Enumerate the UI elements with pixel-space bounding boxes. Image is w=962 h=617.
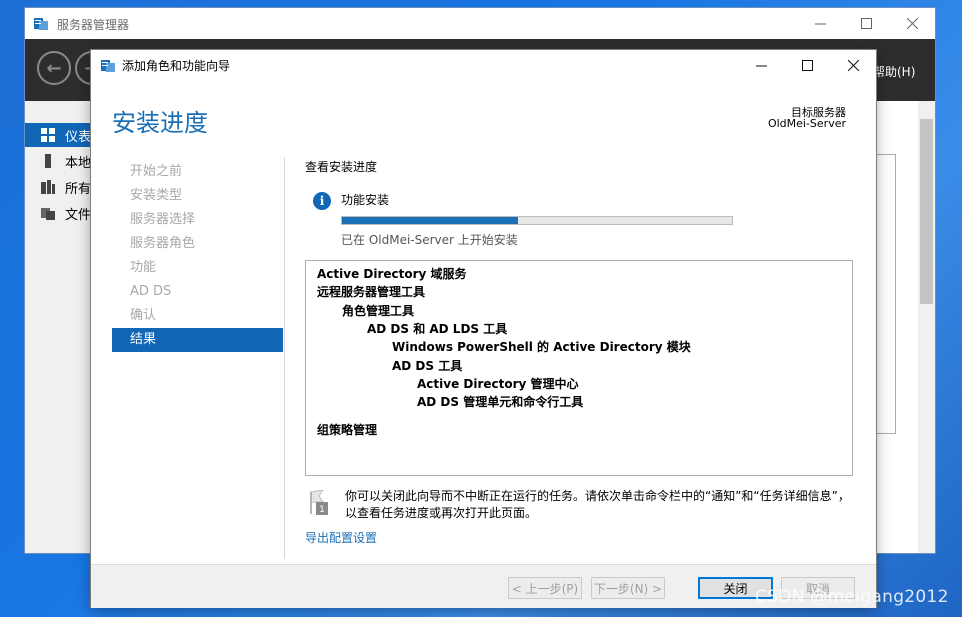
svg-text:1: 1 [319, 505, 325, 515]
info-icon: i [313, 192, 331, 210]
bg-scrollbar-thumb[interactable] [920, 119, 933, 304]
nav-divider [284, 157, 285, 559]
bg-minimize-button[interactable] [797, 8, 843, 39]
results-list[interactable]: Active Directory 域服务 远程服务器管理工具角色管理工具 AD DS… [305, 260, 853, 476]
close-icon [906, 18, 918, 29]
notification-flag-icon: 1 [310, 490, 328, 515]
bg-close-button[interactable] [889, 8, 935, 39]
wizard-icon [101, 60, 115, 72]
server-manager-title: 服务器管理器 [57, 18, 130, 32]
result-item: Windows PowerShell 的 Active Directory 模块 [392, 340, 691, 355]
result-item: Active Directory 管理中心 [417, 376, 579, 391]
wizard-close-button[interactable] [830, 50, 876, 80]
sidebar-item-label: 所有 [65, 181, 92, 197]
sidebar-item-file-services[interactable]: 文件 [25, 201, 95, 225]
result-item: AD DS 和 AD LDS 工具 [367, 321, 508, 336]
csdn-watermark: CSDN @meigang2012 [755, 587, 949, 607]
step-server-roles: 服务器角色 [130, 236, 196, 251]
step-server-selection: 服务器选择 [130, 212, 196, 227]
progress-fill [342, 217, 518, 224]
step-installation-type: 安装类型 [130, 188, 183, 203]
result-item: 角色管理工具 [342, 303, 415, 318]
feature-install-label: 功能安装 [341, 193, 390, 207]
step-results[interactable]: 结果 [112, 328, 283, 352]
result-item: AD DS 管理单元和命令行工具 [417, 395, 584, 410]
bg-scrollbar[interactable] [918, 101, 935, 553]
previous-button[interactable]: < 上一步(P) [508, 577, 582, 599]
maximize-icon [801, 59, 813, 71]
sidebar-item-label: 仪表 [65, 129, 92, 145]
wizard-maximize-button[interactable] [784, 50, 830, 80]
help-menu[interactable]: 帮助(H) [873, 63, 915, 80]
result-item: Active Directory 域服务 [317, 267, 467, 281]
dashboard-icon [41, 128, 55, 142]
bg-content-panel [876, 154, 896, 434]
server-manager-titlebar: 服务器管理器 [25, 8, 935, 39]
install-progress-bar [341, 216, 733, 225]
minimize-icon [755, 65, 767, 66]
step-ad-ds: AD DS [130, 284, 172, 299]
target-server-name: OldMei-Server [767, 117, 846, 130]
back-button[interactable]: ← [37, 51, 71, 85]
sidebar-item-dashboard[interactable]: 仪表 [25, 123, 95, 147]
result-item: AD DS 工具 [392, 358, 463, 373]
step-confirmation: 确认 [130, 308, 157, 323]
wizard-titlebar: 添加角色和功能向导 [91, 50, 876, 80]
sidebar-item-all-servers[interactable]: 所有 [25, 175, 95, 199]
page-heading: 安装进度 [112, 109, 208, 137]
minimize-icon [814, 23, 826, 25]
sidebar-item-local-server[interactable]: 本地 [25, 149, 95, 173]
step-features: 功能 [130, 260, 157, 275]
wizard-steps-nav: 开始之前 安装类型 服务器选择 服务器角色 功能 AD DS 确认 结果 [112, 160, 283, 352]
close-icon [847, 59, 859, 71]
step-before-you-begin: 开始之前 [130, 164, 183, 179]
arrow-left-icon: ← [46, 57, 62, 79]
result-item: 远程服务器管理工具 [317, 285, 426, 300]
next-button[interactable]: 下一步(N) > [591, 577, 665, 599]
local-server-icon [45, 154, 51, 168]
maximize-icon [860, 18, 872, 29]
install-status-text: 已在 OldMei-Server 上开始安装 [341, 233, 518, 247]
close-wizard-note: 你可以关闭此向导而不中断正在运行的任务。请依次单击命令栏中的“通知”和“任务详细… [345, 489, 850, 520]
all-servers-icon [41, 180, 55, 194]
server-manager-icon [34, 18, 48, 30]
sidebar-item-label: 本地 [65, 155, 92, 171]
result-item: 组策略管理 [317, 423, 378, 438]
file-services-icon [41, 208, 55, 220]
sidebar-item-label: 文件 [65, 207, 92, 223]
section-title: 查看安装进度 [305, 160, 378, 174]
server-manager-sidebar: 仪表 本地 所有 文件 [25, 101, 95, 553]
wizard-minimize-button[interactable] [738, 50, 784, 80]
wizard-title: 添加角色和功能向导 [122, 59, 231, 73]
export-config-link[interactable]: 导出配置设置 [305, 529, 377, 546]
add-roles-wizard-dialog: 添加角色和功能向导 安装进度 目标服务器 OldMei-Server 开始之前 … [91, 50, 876, 608]
bg-maximize-button[interactable] [843, 8, 889, 39]
